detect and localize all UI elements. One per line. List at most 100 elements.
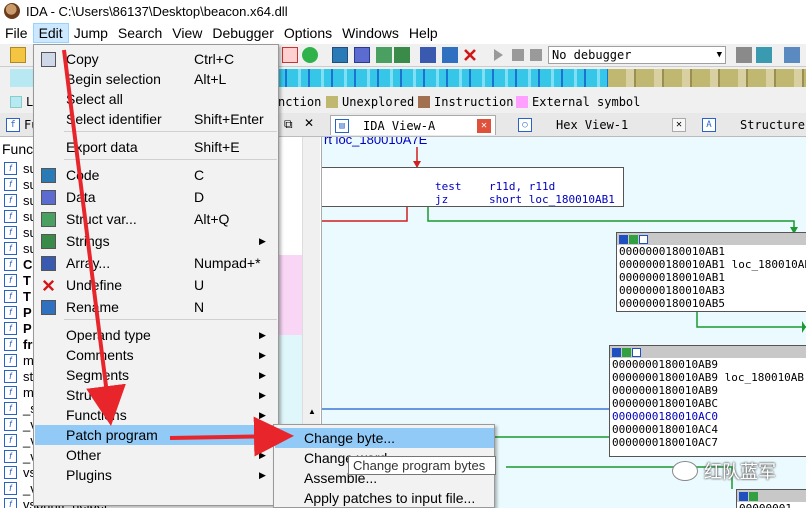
function-row[interactable]: f su bbox=[4, 225, 37, 240]
stop-icon[interactable] bbox=[530, 49, 542, 61]
tab-ida-view-a[interactable]: ▤ IDA View-A ✕ bbox=[330, 115, 496, 135]
menu-options[interactable]: Options bbox=[279, 23, 337, 43]
menu-windows[interactable]: Windows bbox=[337, 23, 404, 43]
menu-item-functions[interactable]: Functions ▶ bbox=[35, 405, 278, 425]
menu-item-rename[interactable]: Rename N bbox=[35, 297, 278, 317]
node-line: 0000000180010AB1 loc_180010AB bbox=[619, 258, 806, 271]
function-row[interactable]: f _v bbox=[4, 481, 37, 496]
function-icon: f bbox=[6, 118, 20, 132]
function-row[interactable]: f _v bbox=[4, 433, 37, 448]
graph-node-partial[interactable]: 00000001 bbox=[736, 489, 806, 508]
graph-node-loc-180010ab9[interactable]: 0000000180010AB9 0000000180010AB9 loc_180… bbox=[609, 345, 806, 457]
menu-item-label: Operand type bbox=[66, 327, 151, 343]
run-green-icon[interactable] bbox=[302, 47, 318, 63]
menu-item-operand-type[interactable]: Operand type ▶ bbox=[35, 325, 278, 345]
function-icon: f bbox=[4, 465, 17, 479]
process-icon[interactable] bbox=[784, 47, 800, 63]
submenu-arrow-icon: ▶ bbox=[259, 410, 266, 420]
menu-search[interactable]: Search bbox=[113, 23, 167, 43]
function-row[interactable]: f _s bbox=[4, 401, 37, 416]
menu-item-strings[interactable]: Strings ▶ bbox=[35, 231, 278, 251]
pause-icon[interactable] bbox=[512, 49, 524, 61]
open-file-icon[interactable] bbox=[10, 47, 26, 63]
menu-item-code[interactable]: Code C bbox=[35, 165, 278, 185]
menu-item-struct-var[interactable]: Struct var... Alt+Q bbox=[35, 209, 278, 229]
function-row[interactable]: f _v bbox=[4, 417, 37, 432]
code-tool-icon[interactable] bbox=[332, 47, 348, 63]
menu-item-select-identifier[interactable]: Select identifier Shift+Enter bbox=[35, 109, 278, 129]
restore-icon[interactable]: ⧉ bbox=[284, 117, 293, 132]
close-tab-icon[interactable]: ✕ bbox=[672, 118, 686, 132]
strings-tool-icon[interactable] bbox=[394, 47, 410, 63]
menu-item-label: Segments bbox=[66, 367, 130, 383]
menu-item-export-data[interactable]: Export data Shift+E bbox=[35, 137, 278, 157]
menu-help[interactable]: Help bbox=[404, 23, 443, 43]
tab-hex-view-1[interactable]: ○ Hex View-1 ✕ bbox=[514, 115, 690, 135]
menu-item-label: Patch program bbox=[66, 427, 158, 443]
menu-item-begin-selection[interactable]: Begin selection Alt+L bbox=[35, 69, 278, 89]
menu-item-array[interactable]: Array... Numpad+* bbox=[35, 253, 278, 273]
graph-node-loc-180010ab1[interactable]: 0000000180010AB1 0000000180010AB1 loc_180… bbox=[616, 232, 806, 312]
node-line: 0000000180010AC0 bbox=[612, 410, 718, 423]
menu-item-structs[interactable]: Structs ▶ bbox=[35, 385, 278, 405]
menu-item-data[interactable]: Data D bbox=[35, 187, 278, 207]
menu-jump[interactable]: Jump bbox=[69, 23, 113, 43]
edit-menu: Copy Ctrl+C Begin selection Alt+L Select all… bbox=[33, 44, 279, 506]
function-icon: f bbox=[4, 289, 17, 303]
struct-tool-icon[interactable] bbox=[376, 47, 392, 63]
rename-tool-icon[interactable] bbox=[442, 47, 458, 63]
submenu-item-change-byte[interactable]: Change byte... bbox=[275, 428, 494, 448]
tab-structures[interactable]: A Structure bbox=[698, 115, 806, 135]
menu-item-label: Struct var... bbox=[66, 211, 137, 227]
function-row[interactable]: fC bbox=[4, 257, 32, 272]
graph-node-test-jz[interactable]: test r11d, r11d jz short loc_180010AB1 bbox=[322, 167, 624, 207]
close-icon[interactable]: ✕ bbox=[304, 116, 314, 130]
menu-item-other[interactable]: Other ▶ bbox=[35, 445, 278, 465]
function-row[interactable]: f su bbox=[4, 177, 37, 192]
submenu-item-apply-patches[interactable]: Apply patches to input file... bbox=[275, 488, 494, 508]
mark-icon[interactable] bbox=[282, 47, 298, 63]
function-row[interactable]: fT bbox=[4, 289, 31, 304]
menu-item-plugins[interactable]: Plugins ▶ bbox=[35, 465, 278, 485]
function-row[interactable]: f fr bbox=[4, 337, 32, 352]
menu-edit[interactable]: Edit bbox=[32, 23, 69, 43]
chevron-up-icon[interactable]: ▲ bbox=[308, 407, 316, 416]
menu-item-select-all[interactable]: Select all bbox=[35, 89, 278, 109]
function-icon: f bbox=[4, 177, 17, 191]
close-tab-icon[interactable]: ✕ bbox=[477, 119, 491, 133]
function-row[interactable]: fm bbox=[4, 353, 34, 368]
function-row[interactable]: f su bbox=[4, 193, 37, 208]
start-debug-icon[interactable] bbox=[490, 47, 506, 63]
function-icon: f bbox=[4, 353, 17, 367]
function-row[interactable]: fP bbox=[4, 321, 32, 336]
menu-item-undefine[interactable]: Undefine U bbox=[35, 275, 278, 295]
function-row[interactable]: fm bbox=[4, 385, 34, 400]
function-row[interactable]: f su bbox=[4, 241, 37, 256]
node-line: 0000000180010ABC bbox=[612, 397, 718, 410]
menu-debugger[interactable]: Debugger bbox=[207, 23, 279, 43]
function-row[interactable]: fP bbox=[4, 305, 32, 320]
debugger-select[interactable]: No debugger ▼ bbox=[548, 46, 726, 64]
undefine-tool-icon[interactable] bbox=[462, 47, 478, 63]
function-row[interactable]: f _v bbox=[4, 449, 37, 464]
menu-item-segments[interactable]: Segments ▶ bbox=[35, 365, 278, 385]
function-name: T bbox=[23, 272, 31, 288]
array-tool-icon[interactable] bbox=[420, 47, 436, 63]
function-row[interactable]: f st bbox=[4, 368, 34, 384]
menu-item-comments[interactable]: Comments ▶ bbox=[35, 345, 278, 365]
function-row[interactable]: f vs bbox=[4, 465, 36, 480]
menu-item-shortcut: Ctrl+C bbox=[194, 51, 235, 67]
menu-item-patch-program[interactable]: Patch program ▶ bbox=[35, 425, 278, 445]
menu-item-copy[interactable]: Copy Ctrl+C bbox=[35, 49, 278, 69]
function-row[interactable]: f su bbox=[4, 209, 37, 224]
debug-options-icon[interactable] bbox=[736, 47, 752, 63]
function-name: st bbox=[23, 368, 34, 384]
attach-icon[interactable] bbox=[756, 47, 772, 63]
function-row[interactable]: fT bbox=[4, 272, 31, 288]
data-tool-icon[interactable] bbox=[354, 47, 370, 63]
function-row[interactable]: f su bbox=[4, 161, 37, 176]
submenu-arrow-icon: ▶ bbox=[259, 350, 266, 360]
menu-view[interactable]: View bbox=[167, 23, 207, 43]
window-title: IDA - C:\Users\86137\Desktop\beacon.x64.… bbox=[26, 3, 288, 19]
menu-file[interactable]: File bbox=[0, 23, 33, 43]
